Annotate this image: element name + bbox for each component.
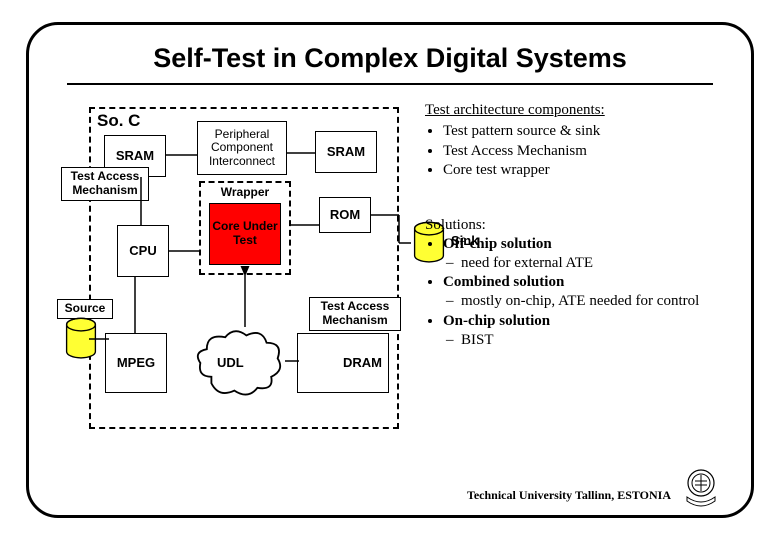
- solutions-heading: Solutions:: [425, 216, 735, 235]
- block-dram: DRAM: [297, 333, 389, 393]
- soc-label: So. C: [97, 111, 140, 131]
- title-underline: [67, 83, 713, 85]
- university-crest-icon: [681, 467, 721, 509]
- block-mpeg: MPEG: [105, 333, 167, 393]
- source-cylinder-icon: [63, 317, 99, 361]
- block-cpu: CPU: [117, 225, 169, 277]
- text-column: Test architecture components: Test patte…: [425, 101, 735, 350]
- arch-item: Core test wrapper: [443, 161, 735, 180]
- solution-sub: mostly on-chip, ATE needed for control: [461, 292, 735, 311]
- arch-heading: Test architecture components:: [425, 101, 735, 120]
- solution-sub: BIST: [461, 331, 735, 350]
- core-under-test: Core Under Test: [209, 203, 281, 265]
- solution-sub: need for external ATE: [461, 254, 735, 273]
- block-pci: Peripheral Component Interconnect: [197, 121, 287, 175]
- wrapper-label: Wrapper: [207, 185, 283, 199]
- solution-item: Off-chip solution need for external ATE: [443, 235, 735, 273]
- slide-frame: Self-Test in Complex Digital Systems So.…: [26, 22, 754, 518]
- block-sram-right: SRAM: [315, 131, 377, 173]
- arch-item: Test pattern source & sink: [443, 122, 735, 141]
- arch-item: Test Access Mechanism: [443, 142, 735, 161]
- slide-title: Self-Test in Complex Digital Systems: [29, 43, 751, 74]
- solution-label: Off-chip solution: [443, 236, 552, 252]
- solution-item: On-chip solution BIST: [443, 312, 735, 350]
- solution-label: On-chip solution: [443, 313, 550, 329]
- label-tam-right: Test Access Mechanism: [309, 297, 401, 331]
- solution-label: Combined solution: [443, 274, 564, 290]
- arch-list: Test pattern source & sink Test Access M…: [443, 122, 735, 180]
- label-tam-left: Test Access Mechanism: [61, 167, 149, 201]
- label-source: Source: [57, 299, 113, 319]
- block-rom: ROM: [319, 197, 371, 233]
- udl-label: UDL: [217, 355, 244, 370]
- solutions-list: Off-chip solution need for external ATE …: [443, 235, 735, 350]
- footer-text: Technical University Tallinn, ESTONIA: [467, 488, 671, 503]
- solution-item: Combined solution mostly on-chip, ATE ne…: [443, 273, 735, 311]
